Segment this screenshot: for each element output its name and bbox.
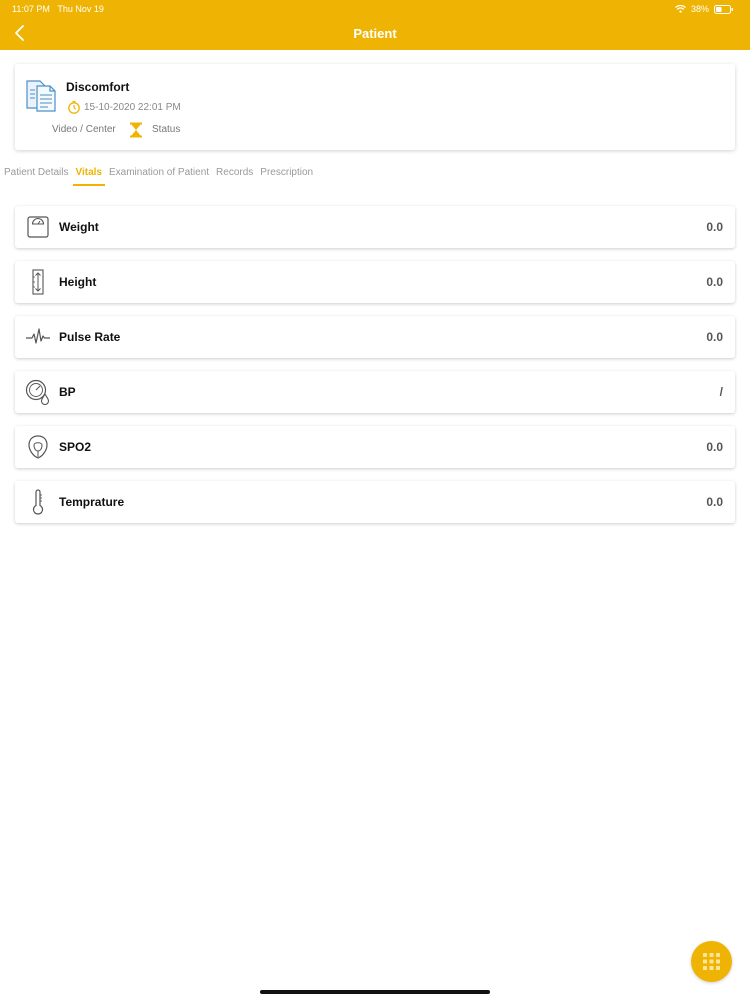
vital-label: SPO2 [59,440,92,454]
top-bar: 11:07 PM Thu Nov 19 38% Patient [0,0,750,50]
case-title: Discomfort [66,80,130,94]
tab-vitals[interactable]: Vitals [72,167,105,186]
vital-row-spo2[interactable]: SPO2 0.0 [15,426,735,468]
case-card[interactable]: Discomfort 15-10-2020 22:01 PM Video / C… [15,64,735,150]
height-icon [32,269,44,295]
vital-row-bp[interactable]: BP / [15,371,735,413]
tab-bar: Patient Details Vitals Examination of Pa… [4,167,317,186]
battery-icon [714,4,733,14]
tab-prescription[interactable]: Prescription [257,167,316,186]
thermometer-icon [32,489,44,515]
home-indicator[interactable] [260,990,490,994]
status-time: 11:07 PM Thu Nov 19 [12,4,104,14]
hourglass-icon [130,122,142,138]
document-icon [26,80,56,112]
tab-patient-details[interactable]: Patient Details [4,167,71,186]
vital-row-height[interactable]: Height 0.0 [15,261,735,303]
vital-value: 0.0 [706,220,723,234]
vital-value: / [719,385,723,399]
clock-icon [68,100,80,114]
vital-label: Height [59,275,97,289]
vital-label: Temprature [59,495,125,509]
case-status: Status [152,124,181,135]
status-date: Thu Nov 19 [57,4,104,14]
wifi-icon [675,5,686,13]
grid-icon [703,953,720,970]
tab-records[interactable]: Records [213,167,256,186]
tab-examination-of-patient[interactable]: Examination of Patient [106,167,212,186]
vital-label: Weight [59,220,99,234]
vital-value: 0.0 [706,495,723,509]
page-title: Patient [353,26,397,41]
case-datetime: 15-10-2020 22:01 PM [84,102,181,113]
vital-label: BP [59,385,76,399]
vital-value: 0.0 [706,440,723,454]
menu-fab-button[interactable] [691,941,732,982]
case-type: Video / Center [52,124,116,135]
vital-row-weight[interactable]: Weight 0.0 [15,206,735,248]
oxygen-mask-icon [28,435,48,459]
blood-pressure-icon [25,379,50,405]
vital-label: Pulse Rate [59,330,121,344]
vital-row-pulse-rate[interactable]: Pulse Rate 0.0 [15,316,735,358]
vital-row-temprature[interactable]: Temprature 0.0 [15,481,735,523]
vital-value: 0.0 [706,275,723,289]
battery-percent: 38% [690,4,709,14]
vital-value: 0.0 [706,330,723,344]
weight-scale-icon [27,216,49,238]
status-right: 38% [675,4,734,14]
pulse-icon [26,328,50,344]
